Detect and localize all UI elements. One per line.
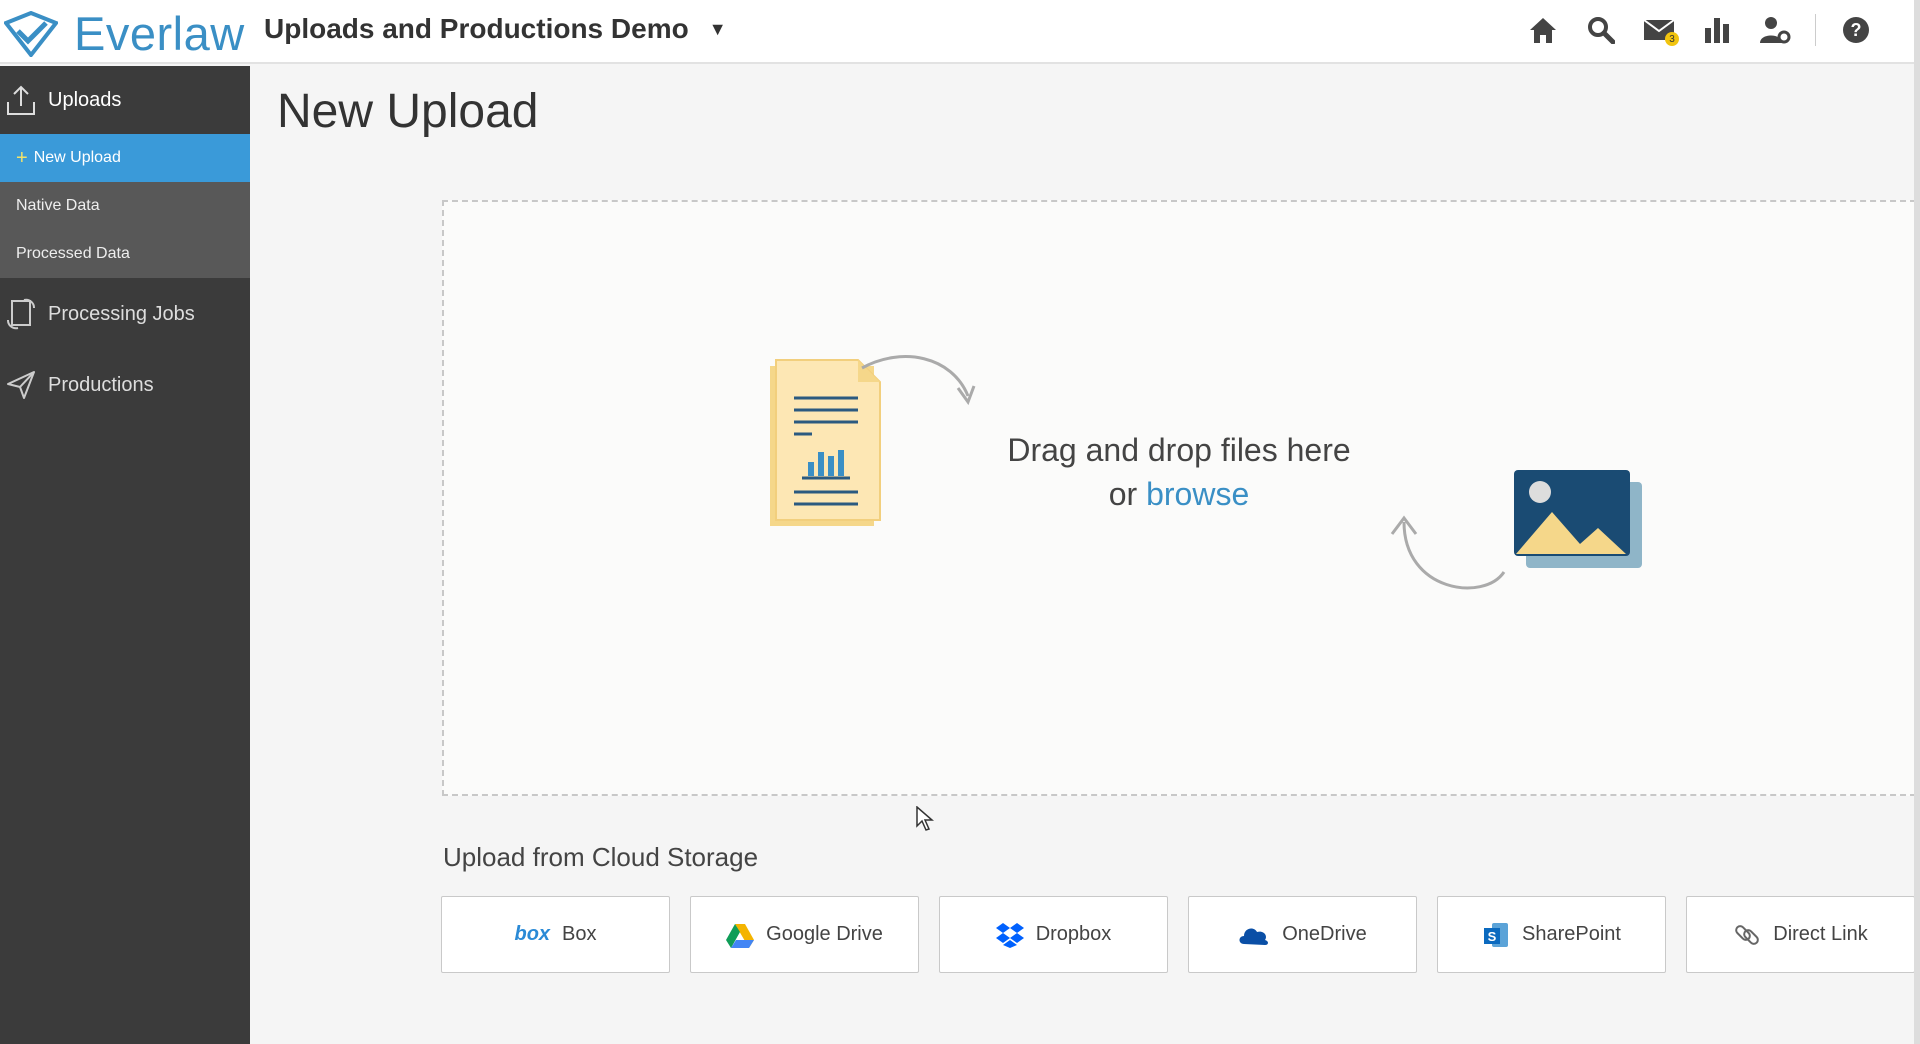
page-title: New Upload: [277, 85, 539, 138]
svg-text:S: S: [1488, 929, 1497, 944]
cloud-button-label: Dropbox: [1035, 923, 1112, 945]
cloud-button-label: Google Drive: [766, 923, 883, 945]
sidebar-item-label: Processed Data: [16, 245, 130, 262]
project-name: Uploads and Productions Demo: [264, 13, 689, 44]
sharepoint-button[interactable]: S SharePoint: [1437, 896, 1666, 973]
everlaw-logo[interactable]: Everlaw: [4, 6, 245, 61]
box-icon: box: [514, 923, 551, 945]
chevron-down-icon: ▼: [708, 18, 727, 39]
onedrive-icon: [1238, 924, 1270, 946]
image-illustration: [1384, 462, 1644, 627]
user-settings-icon[interactable]: [1757, 12, 1793, 48]
sidebar-productions-label: Productions: [48, 373, 154, 396]
onedrive-button[interactable]: OneDrive: [1188, 896, 1417, 973]
sharepoint-icon: S: [1482, 921, 1510, 949]
google-drive-button[interactable]: Google Drive: [690, 896, 919, 973]
link-icon: [1733, 921, 1761, 949]
sidebar-section-uploads[interactable]: Uploads: [0, 66, 250, 134]
browse-link[interactable]: browse: [1146, 476, 1249, 512]
project-selector[interactable]: Uploads and Productions Demo ▼: [264, 13, 727, 45]
mail-icon[interactable]: 3: [1641, 12, 1679, 48]
cloud-button-label: Direct Link: [1773, 923, 1868, 945]
mouse-cursor-icon: [916, 805, 935, 837]
cloud-button-label: OneDrive: [1282, 923, 1367, 945]
window-edge: [1914, 0, 1920, 1044]
sidebar-item-native-data[interactable]: Native Data: [0, 182, 250, 230]
logo-text: Everlaw: [74, 7, 245, 60]
search-icon[interactable]: [1583, 12, 1619, 48]
cloud-storage-title: Upload from Cloud Storage: [443, 842, 759, 872]
sidebar-section-processing-jobs[interactable]: Processing Jobs: [0, 278, 250, 350]
sidebar-item-label: Native Data: [16, 197, 100, 214]
help-icon[interactable]: ?: [1838, 12, 1874, 48]
plus-icon: +: [16, 146, 28, 169]
google-drive-icon: [726, 922, 755, 948]
box-button[interactable]: box Box: [441, 896, 670, 973]
send-icon: [7, 371, 35, 399]
sidebar: Uploads + New Upload Native Data Process…: [0, 66, 250, 1044]
cloud-button-label: Box: [562, 923, 597, 945]
sidebar-processing-jobs-label: Processing Jobs: [48, 302, 195, 325]
sidebar-item-new-upload[interactable]: + New Upload: [0, 134, 250, 182]
direct-link-button[interactable]: Direct Link: [1686, 896, 1915, 973]
dropzone-instructions: Drag and drop files here or browse: [444, 428, 1914, 516]
processing-icon: [7, 298, 35, 330]
toolbar-divider: [1815, 14, 1816, 46]
home-icon[interactable]: [1525, 12, 1561, 48]
sidebar-item-processed-data[interactable]: Processed Data: [0, 230, 250, 278]
everlaw-logo-icon: [4, 10, 58, 57]
dropbox-icon: [995, 922, 1024, 948]
dropbox-button[interactable]: Dropbox: [939, 896, 1168, 973]
cloud-button-label: SharePoint: [1522, 923, 1621, 945]
sidebar-uploads-label: Uploads: [48, 88, 122, 111]
file-dropzone[interactable]: Drag and drop files here or browse: [442, 200, 1916, 796]
svg-text:?: ?: [1851, 20, 1862, 40]
dropzone-line1: Drag and drop files here: [1007, 432, 1351, 468]
upload-icon: [7, 85, 35, 115]
sidebar-section-productions[interactable]: Productions: [0, 350, 250, 420]
cloud-storage-options: box Box Google Drive Dropbox OneDrive S …: [441, 896, 1915, 973]
dropzone-or: or: [1108, 476, 1138, 512]
unread-badge: 3: [1665, 32, 1679, 46]
sidebar-item-label: New Upload: [33, 149, 121, 166]
analytics-icon[interactable]: [1699, 12, 1735, 48]
top-bar: Everlaw Uploads and Productions Demo ▼ 3…: [0, 0, 1920, 64]
